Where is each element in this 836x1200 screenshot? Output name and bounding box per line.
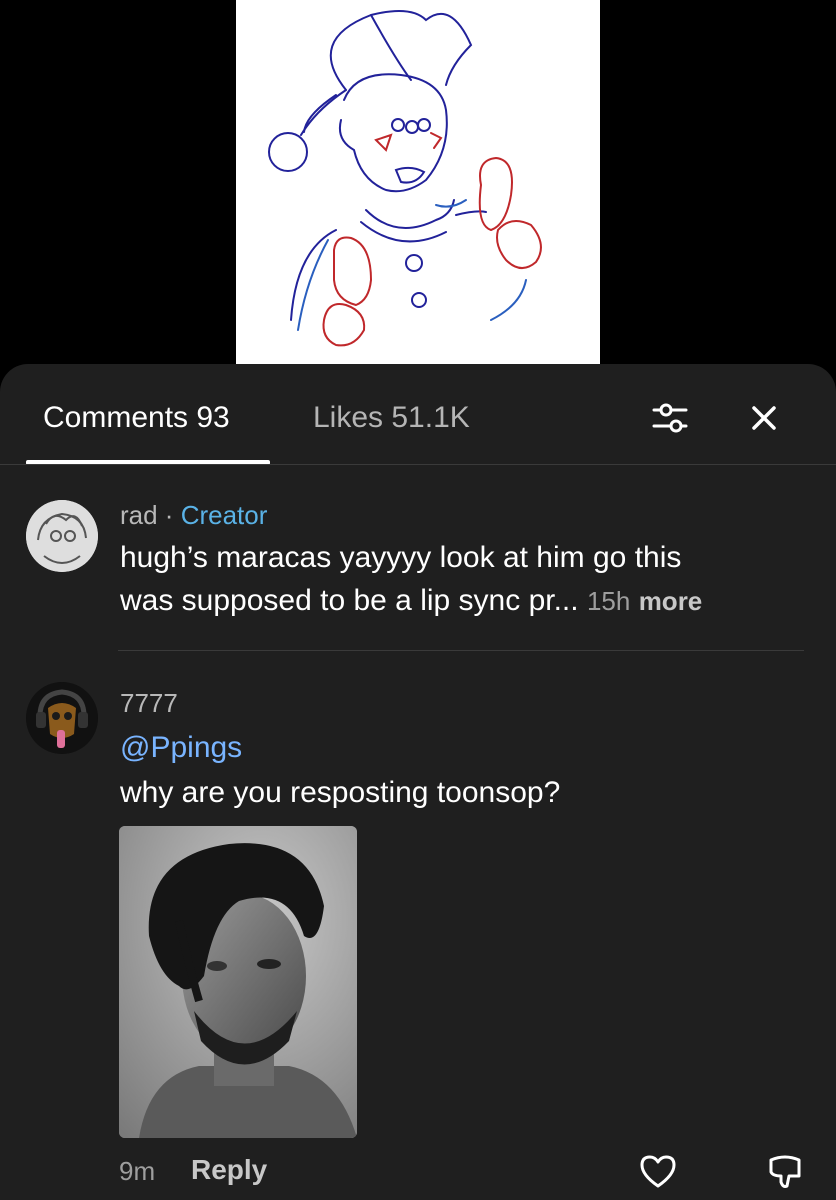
comment-divider (118, 650, 804, 651)
comment-text-line2: was supposed to be a lip sync pr... 15h … (120, 579, 702, 623)
video-player[interactable] (0, 0, 836, 364)
comment-text: hugh’s maracas yayyyy look at him go thi… (120, 541, 682, 574)
comment-text-truncated: was supposed to be a lip sync pr... (120, 584, 579, 617)
reply-button[interactable]: Reply (191, 1154, 267, 1186)
tab-comments[interactable]: Comments 93 (43, 400, 230, 436)
dislike-icon[interactable] (763, 1150, 807, 1194)
sliders-icon[interactable] (646, 394, 694, 442)
heart-icon[interactable] (636, 1150, 680, 1194)
avatar[interactable] (26, 682, 98, 754)
tabs-divider (0, 464, 836, 465)
comment-image[interactable] (119, 826, 357, 1138)
more-button[interactable]: more (639, 586, 703, 616)
mention-link[interactable]: @Ppings (120, 726, 242, 769)
tab-bar: Comments 93 Likes 51.1K (0, 364, 836, 465)
comment-text: why are you resposting toonsop? (120, 776, 561, 809)
avatar[interactable] (26, 500, 98, 572)
video-frame-drawing (236, 0, 600, 364)
author-separator: · (157, 500, 181, 530)
comments-sheet: Comments 93 Likes 51.1K rad · Creator hu… (0, 364, 836, 1200)
comment-author[interactable]: rad · Creator (120, 500, 267, 530)
tab-likes[interactable]: Likes 51.1K (313, 400, 470, 436)
comment-author[interactable]: 7777 (120, 688, 178, 718)
comment-time: 15h (586, 586, 631, 616)
author-name[interactable]: rad (120, 500, 158, 530)
close-icon[interactable] (740, 394, 788, 442)
comment-time: 9m (119, 1156, 156, 1186)
creator-badge: Creator (180, 500, 268, 530)
